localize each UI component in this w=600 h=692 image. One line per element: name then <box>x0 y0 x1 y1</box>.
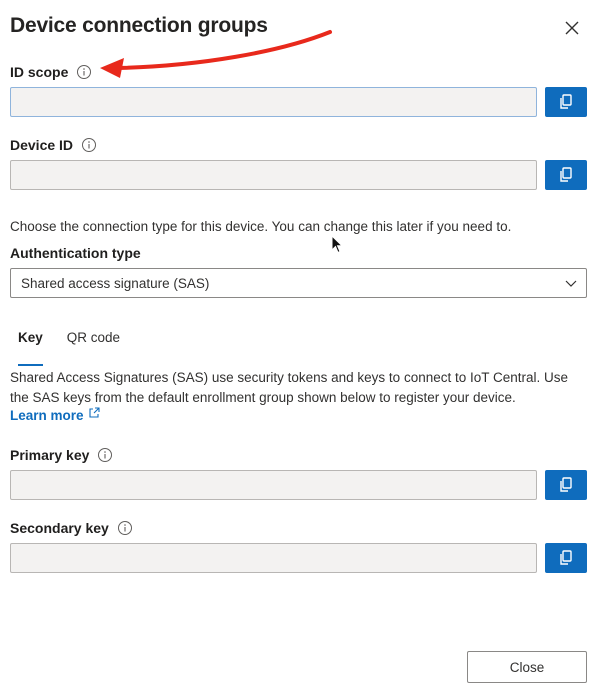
tab-list: Key QR code <box>10 326 136 366</box>
copy-icon <box>560 167 572 182</box>
close-icon[interactable] <box>558 14 586 42</box>
copy-id-scope-button[interactable] <box>545 87 587 117</box>
id-scope-label-row: ID scope <box>10 64 92 80</box>
auth-type-selected: Shared access signature (SAS) <box>21 275 210 291</box>
copy-icon <box>560 477 572 492</box>
primary-key-label-row: Primary key <box>10 447 113 463</box>
id-scope-field[interactable] <box>10 87 537 117</box>
device-connection-dialog: Device connection groups ID scope Device… <box>0 0 600 692</box>
copy-icon <box>560 550 572 565</box>
info-icon[interactable] <box>117 520 133 536</box>
device-id-label: Device ID <box>10 137 74 153</box>
info-icon[interactable] <box>97 447 113 463</box>
copy-device-id-button[interactable] <box>545 160 587 190</box>
secondary-key-field[interactable] <box>10 543 537 573</box>
connection-type-help-text: Choose the connection type for this devi… <box>10 219 512 234</box>
info-icon[interactable] <box>81 137 97 153</box>
learn-more-link[interactable]: Learn more <box>10 406 100 423</box>
sas-description: Shared Access Signatures (SAS) use secur… <box>10 370 569 405</box>
secondary-key-label-row: Secondary key <box>10 520 133 536</box>
learn-more-label: Learn more <box>10 408 84 423</box>
chevron-down-icon <box>565 280 577 287</box>
secondary-key-label: Secondary key <box>10 520 109 536</box>
copy-secondary-key-button[interactable] <box>545 543 587 573</box>
external-link-icon <box>88 406 100 418</box>
dialog-title: Device connection groups <box>10 14 268 37</box>
mouse-pointer-icon <box>331 235 344 254</box>
copy-primary-key-button[interactable] <box>545 470 587 500</box>
device-id-label-row: Device ID <box>10 137 97 153</box>
tab-key[interactable]: Key <box>10 326 51 366</box>
id-scope-label: ID scope <box>10 64 69 80</box>
primary-key-field[interactable] <box>10 470 537 500</box>
info-icon[interactable] <box>76 64 92 80</box>
auth-type-label: Authentication type <box>10 245 141 261</box>
primary-key-label: Primary key <box>10 447 90 463</box>
tab-qr-code[interactable]: QR code <box>59 326 128 358</box>
auth-type-dropdown[interactable]: Shared access signature (SAS) <box>10 268 587 298</box>
close-button[interactable]: Close <box>467 651 587 683</box>
copy-icon <box>560 94 572 109</box>
device-id-field[interactable] <box>10 160 537 190</box>
